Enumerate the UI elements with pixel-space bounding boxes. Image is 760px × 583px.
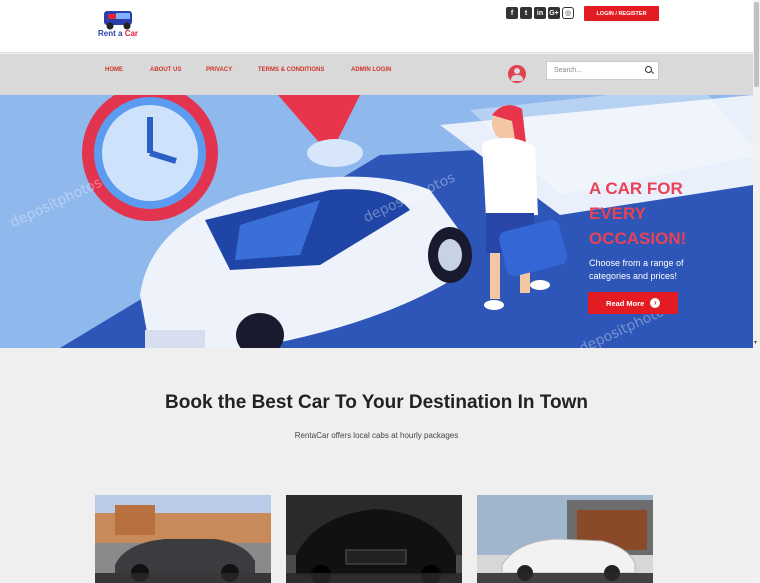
nav-about-us[interactable]: ABOUT US <box>150 67 181 73</box>
chevron-right-icon: › <box>650 298 661 308</box>
card-meta-bar <box>286 573 462 583</box>
nav-admin-login[interactable]: ADMIN LOGIN <box>351 67 391 73</box>
page-scrollbar[interactable] <box>753 0 760 583</box>
page: Rent a Car f t in G+ ◎ LOGIN / REGISTER … <box>0 0 760 583</box>
scrollbar-thumb[interactable] <box>754 2 759 87</box>
social-links: f t in G+ ◎ <box>506 7 574 19</box>
read-more-label: Read More <box>606 298 645 308</box>
logo-text[interactable]: Rent a Car <box>98 29 138 38</box>
read-more-button[interactable]: Read More › <box>588 292 678 314</box>
section-subtitle: RentaCar offers local cabs at hourly pac… <box>294 431 459 440</box>
nav-home[interactable]: HOME <box>105 67 123 73</box>
linkedin-icon[interactable]: in <box>534 7 546 19</box>
car-card-image <box>95 495 271 583</box>
facebook-icon[interactable]: f <box>506 7 518 19</box>
instagram-icon[interactable]: ◎ <box>562 7 574 19</box>
section-title: Book the Best Car To Your Destination In… <box>165 392 588 413</box>
search-input[interactable]: Search... <box>546 61 659 80</box>
logo-text-part: Rent a <box>98 29 123 38</box>
twitter-icon[interactable]: t <box>520 7 532 19</box>
user-account-icon[interactable] <box>508 65 526 83</box>
card-meta-bar <box>477 573 653 583</box>
car-card-image <box>286 495 462 583</box>
nav-terms-conditions[interactable]: TERMS & CONDITIONS <box>258 67 324 73</box>
hero-subtitle: Choose from a range of categories and pr… <box>589 258 684 281</box>
car-card[interactable] <box>477 495 653 583</box>
logo-text-part: Car <box>124 29 139 38</box>
nav-privacy[interactable]: PRIVACY <box>206 67 232 73</box>
car-card[interactable] <box>95 495 271 583</box>
google-plus-icon[interactable]: G+ <box>548 7 560 19</box>
login-register-button[interactable]: LOGIN / REGISTER <box>584 6 659 21</box>
car-card[interactable] <box>286 495 462 583</box>
car-card-image <box>477 495 653 583</box>
card-meta-bar <box>95 573 271 583</box>
hero-title: A CAR FOR EVERY OCCASION! <box>589 179 687 248</box>
scroll-down-arrow-icon[interactable]: ▾ <box>754 340 759 346</box>
search-icon[interactable] <box>645 66 652 73</box>
